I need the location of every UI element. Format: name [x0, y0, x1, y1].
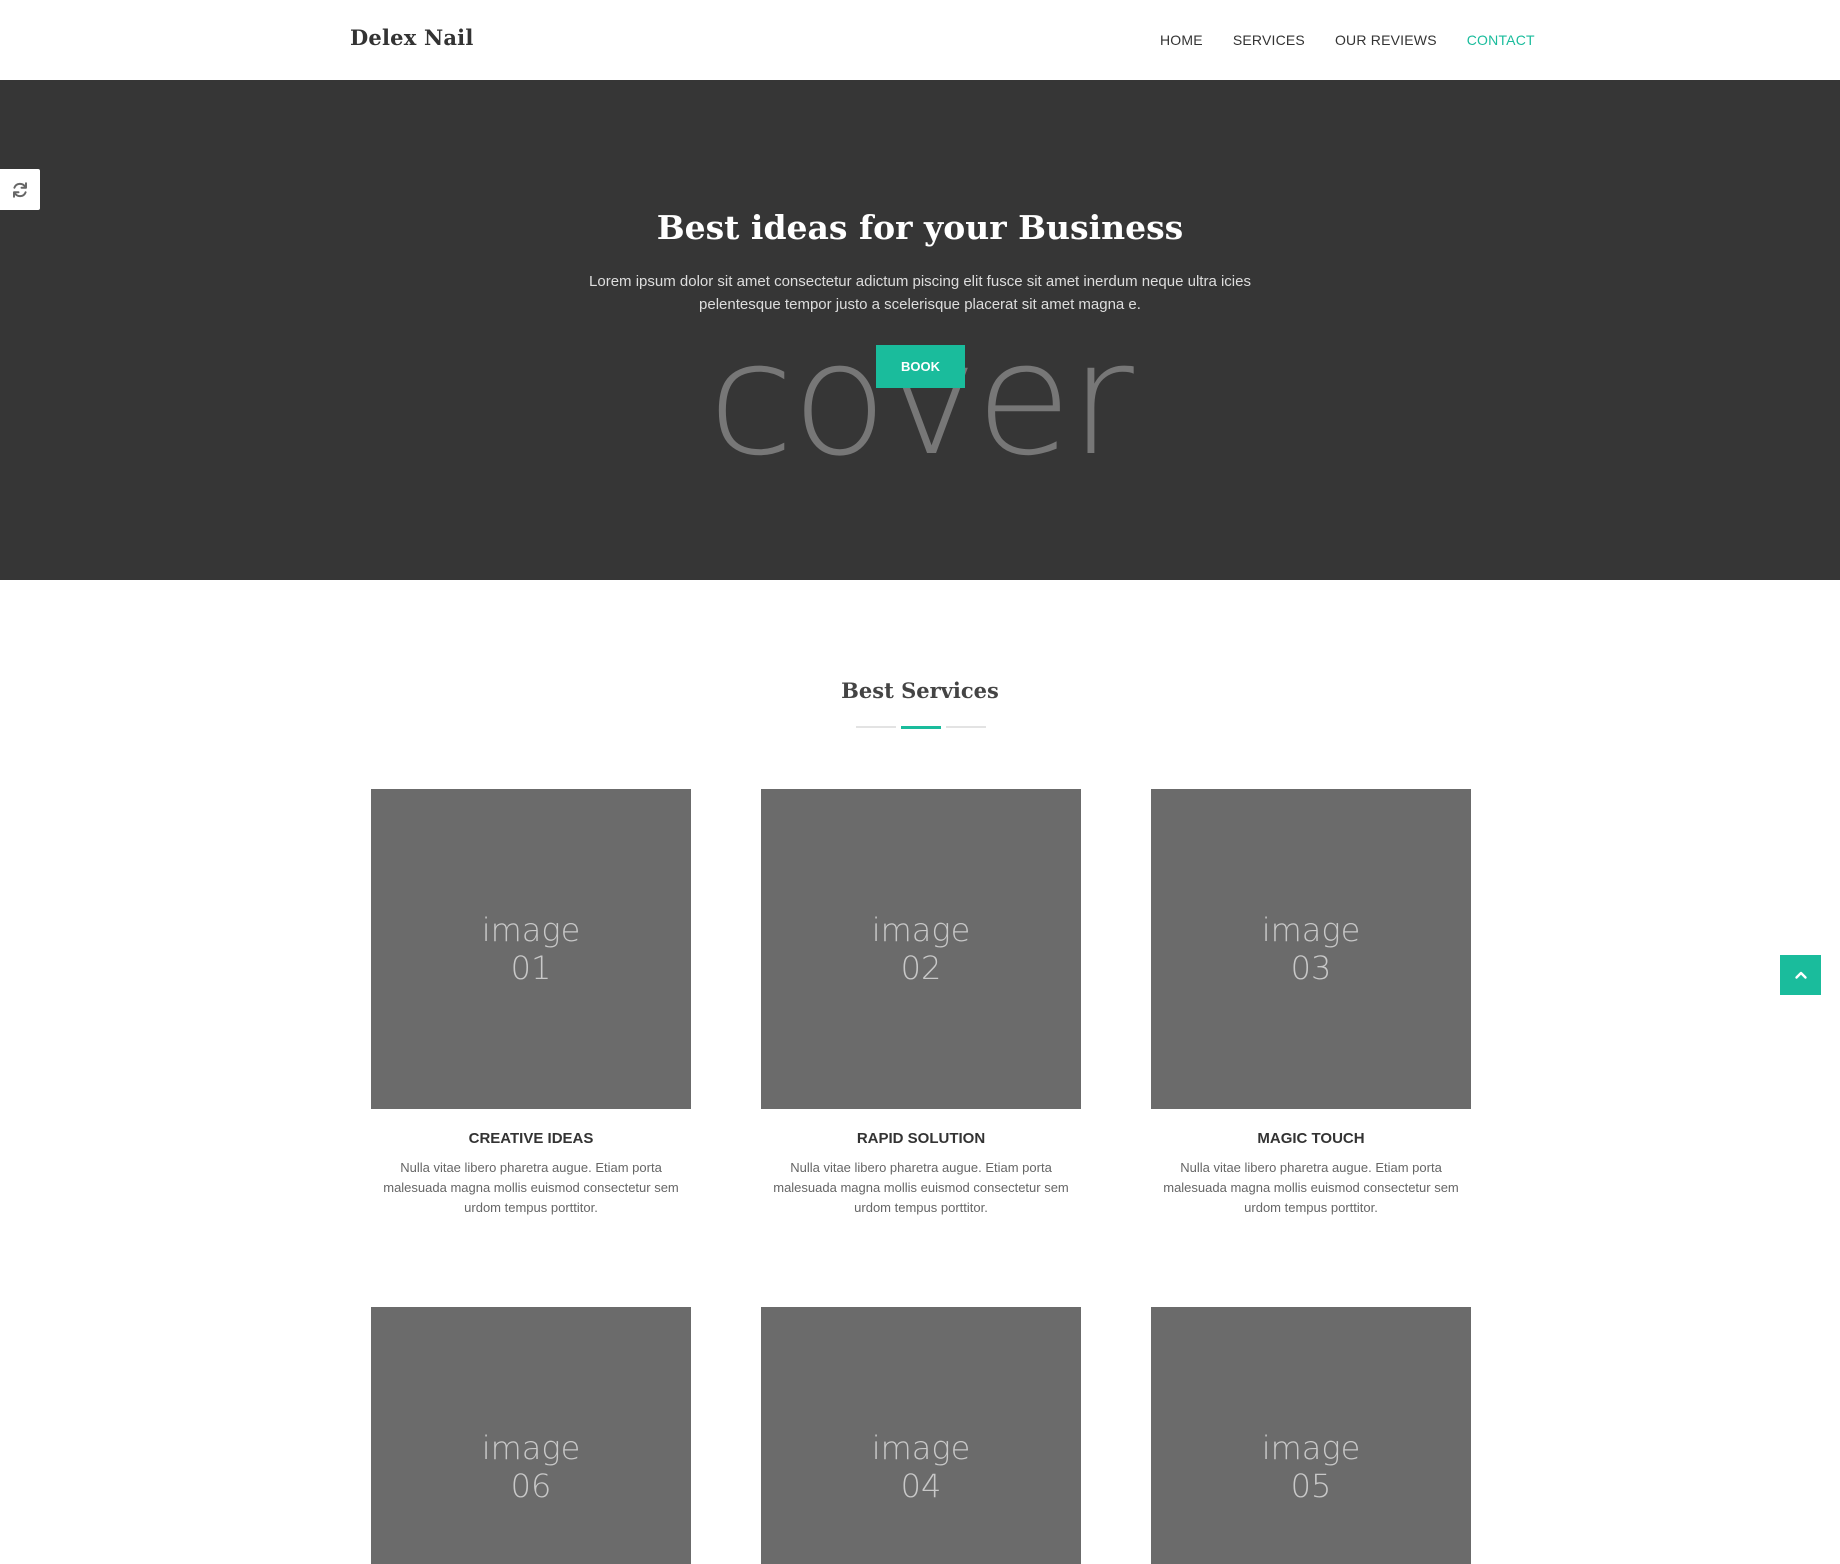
divider-segment	[856, 726, 896, 728]
nav-contact[interactable]: CONTACT	[1467, 32, 1535, 48]
hero-section: cover Best ideas for your Business Lorem…	[0, 80, 1840, 580]
image-placeholder-label: image 04	[871, 1429, 971, 1505]
image-placeholder-label: image 01	[481, 911, 581, 987]
site-header: Delex Nail HOME SERVICES OUR REVIEWS CON…	[0, 0, 1840, 80]
service-card: image 04	[761, 1307, 1081, 1564]
service-title: CREATIVE IDEAS	[468, 1130, 594, 1147]
service-card: image 06	[371, 1307, 691, 1564]
service-description: Nulla vitae libero pharetra augue. Etiam…	[773, 1160, 1069, 1215]
nav-services[interactable]: SERVICES	[1233, 32, 1305, 48]
service-image[interactable]: image 05	[1151, 1307, 1471, 1564]
service-title: RAPID SOLUTION	[856, 1130, 986, 1147]
main-nav: HOME SERVICES OUR REVIEWS CONTACT	[1160, 32, 1535, 48]
image-placeholder-label: image 02	[871, 911, 971, 987]
service-description: Nulla vitae libero pharetra augue. Etiam…	[383, 1160, 679, 1215]
scroll-to-top-button[interactable]	[1780, 955, 1821, 995]
image-placeholder-label: image 06	[481, 1429, 581, 1505]
service-description: Nulla vitae libero pharetra augue. Etiam…	[1163, 1160, 1459, 1215]
service-card: image 05	[1151, 1307, 1471, 1564]
service-image[interactable]: image 06	[371, 1307, 691, 1564]
service-title: MAGIC TOUCH	[1257, 1130, 1365, 1147]
service-card: image 01 CREATIVE IDEAS Nulla vitae libe…	[371, 789, 691, 1218]
book-button[interactable]: BOOK	[876, 345, 965, 388]
nav-home[interactable]: HOME	[1160, 32, 1203, 48]
hero-text: Lorem ipsum dolor sit amet consectetur a…	[589, 273, 1251, 313]
divider-segment	[946, 726, 986, 728]
service-card: image 03 MAGIC TOUCH Nulla vitae libero …	[1151, 789, 1471, 1218]
chevron-up-icon	[1794, 971, 1807, 979]
site-logo[interactable]: Delex Nail	[350, 25, 474, 50]
hero-title: Best ideas for your Business	[656, 208, 1184, 247]
image-placeholder-label: image 03	[1261, 911, 1361, 987]
service-image[interactable]: image 03	[1151, 789, 1471, 1109]
service-image[interactable]: image 01	[371, 789, 691, 1109]
service-card: image 02 RAPID SOLUTION Nulla vitae libe…	[761, 789, 1081, 1218]
services-title: Best Services	[841, 678, 999, 703]
divider-segment-accent	[901, 725, 941, 729]
style-switcher-toggle[interactable]	[0, 169, 40, 210]
service-image[interactable]: image 02	[761, 789, 1081, 1109]
nav-our-reviews[interactable]: OUR REVIEWS	[1335, 32, 1437, 48]
section-divider	[856, 725, 986, 729]
image-placeholder-label: image 05	[1261, 1429, 1361, 1505]
service-image[interactable]: image 04	[761, 1307, 1081, 1564]
refresh-icon	[13, 181, 27, 198]
